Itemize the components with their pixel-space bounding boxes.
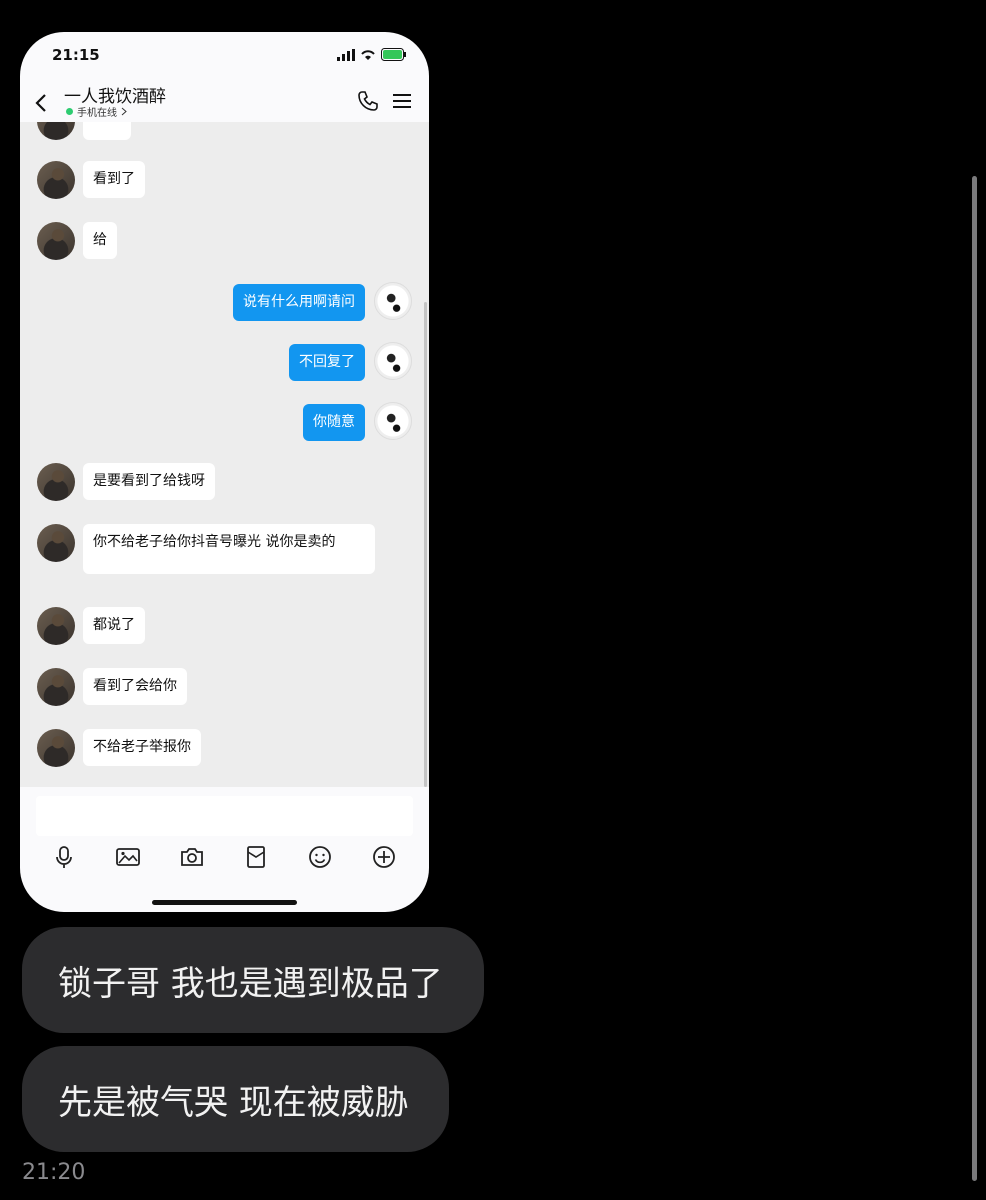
contact-avatar[interactable]	[37, 161, 75, 199]
outer-message-bubble: 锁子哥 我也是遇到极品了	[22, 927, 484, 1033]
message-bubble: 看到了会给你	[83, 668, 187, 705]
signal-icon	[337, 48, 355, 61]
message-bubble: 你不给老子给你抖音号曝光 说你是卖的	[83, 524, 375, 574]
chat-toolbar	[20, 844, 429, 874]
message-bubble: 看到了	[83, 161, 145, 198]
my-avatar[interactable]	[374, 402, 412, 440]
menu-icon[interactable]	[393, 92, 411, 110]
contact-avatar[interactable]	[37, 122, 75, 140]
emoji-icon[interactable]	[307, 844, 333, 870]
chevron-right-icon	[121, 107, 127, 116]
message-bubble: 不回复了	[289, 344, 365, 381]
message-bubble: 都说了	[83, 607, 145, 644]
message-bubble-partial	[83, 122, 131, 140]
my-avatar[interactable]	[374, 342, 412, 380]
contact-avatar[interactable]	[37, 729, 75, 767]
outer-message-text: 先是被气哭 现在被威胁	[58, 1082, 409, 1123]
outer-message-bubble: 先是被气哭 现在被威胁	[22, 1046, 449, 1152]
message-timestamp: 21:20	[22, 1160, 86, 1185]
online-status[interactable]: 手机在线	[66, 104, 127, 119]
my-avatar[interactable]	[374, 282, 412, 320]
message-bubble: 说有什么用啊请问	[233, 284, 365, 321]
contact-avatar[interactable]	[37, 668, 75, 706]
page-scrollbar[interactable]	[972, 176, 977, 1181]
plus-icon[interactable]	[371, 844, 397, 870]
red-packet-icon[interactable]	[243, 844, 269, 870]
online-status-label: 手机在线	[77, 108, 117, 119]
battery-icon	[381, 48, 406, 61]
chat-scrollbar[interactable]	[424, 302, 427, 787]
online-dot	[66, 108, 73, 115]
message-bubble: 是要看到了给钱呀	[83, 463, 215, 500]
contact-avatar[interactable]	[37, 607, 75, 645]
phone-call-icon[interactable]	[357, 90, 379, 112]
message-bubble: 给	[83, 222, 117, 259]
message-bubble: 不给老子举报你	[83, 729, 201, 766]
contact-avatar[interactable]	[37, 524, 75, 562]
chat-message-list[interactable]: 看到了 给 说有什么用啊请问 不回复了 你随意 是要看到了给钱呀 你不给老子给你…	[20, 122, 429, 787]
phone-screenshot: 21:15 一人我饮酒醉 手机在线 看到了 给 说有什么用啊请问 不回复了 你随…	[20, 32, 429, 912]
status-bar: 21:15	[20, 32, 429, 82]
back-icon[interactable]	[32, 91, 52, 115]
image-icon[interactable]	[115, 844, 141, 870]
message-bubble: 你随意	[303, 404, 365, 441]
contact-avatar[interactable]	[37, 463, 75, 501]
mic-icon[interactable]	[51, 844, 77, 870]
home-indicator[interactable]	[152, 900, 297, 905]
camera-icon[interactable]	[179, 844, 205, 870]
status-icons	[337, 48, 407, 61]
message-input[interactable]	[36, 796, 413, 836]
outer-message-text: 锁子哥 我也是遇到极品了	[58, 963, 443, 1004]
contact-avatar[interactable]	[37, 222, 75, 260]
wifi-icon	[361, 49, 375, 60]
status-time: 21:15	[52, 46, 100, 64]
